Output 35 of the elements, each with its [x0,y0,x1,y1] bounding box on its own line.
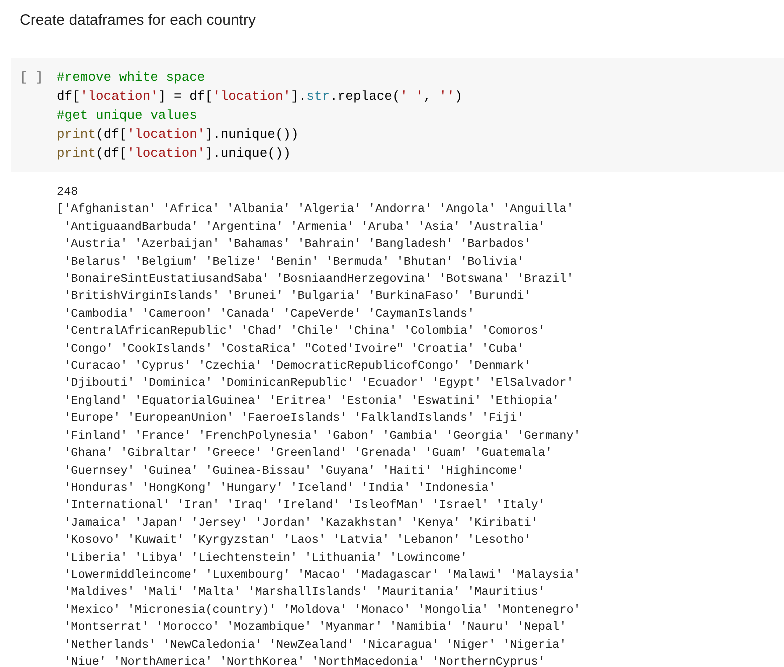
output-line: 'Liberia' 'Libya' 'Liechtenstein' 'Lithuania' 'Lowincome' [64,550,468,567]
output-line: 'Curacao' 'Cyprus' 'Czechia' 'DemocraticRepublicofCongo' 'Denmark' [64,358,532,376]
output-line: 'Kosovo' 'Kuwait' 'Kyrgyzstan' 'Laos' 'Latvia' 'Lebanon' 'Lesotho' [64,532,532,550]
output-line: 'Honduras' 'HongKong' 'Hungary' 'Iceland' 'India' 'Indonesia' [64,480,496,497]
output-line: 'International' 'Iran' 'Iraq' 'Ireland' 'IsleofMan' 'Israel' 'Italy' [64,497,546,514]
output-line: 'Austria' 'Azerbaijan' 'Bahamas' 'Bahrain' 'Bangladesh' 'Barbados' [64,236,532,254]
output-line: 'Lowermiddleincome' 'Luxembourg' 'Macao' 'Madagascar' 'Malawi' 'Malaysia' [64,566,581,584]
output-line: 'Maldives' 'Mali' 'Malta' 'MarshallIslands' 'Mauritania' 'Mauritius' [64,584,546,602]
code-line: #get unique values [57,107,198,125]
output-line: 'Cambodia' 'Cameroon' 'Canada' 'CapeVerde' 'CaymanIslands' [64,306,475,323]
output-line: 'Europe' 'EuropeanUnion' 'FaeroeIslands' 'FalklandIslands' 'Fiji' [64,410,524,428]
output-line: 'Niue' 'NorthAmerica' 'NorthKorea' 'NorthMacedonia' 'NorthernCyprus' [64,654,546,667]
output-line: 'Belarus' 'Belgium' 'Belize' 'Benin' 'Bermuda' 'Bhutan' 'Bolivia' [64,254,524,271]
output-line: 'Congo' 'CookIslands' 'CostaRica' "Coted'Ivoire" 'Croatia' 'Cuba' [64,340,524,358]
output-line: 'CentralAfricanRepublic' 'Chad' 'Chile' 'China' 'Colombia' 'Comoros' [64,323,546,340]
output-line: 'Jamaica' 'Japan' 'Jersey' 'Jordan' 'Kazakhstan' 'Kenya' 'Kiribati' [64,514,538,532]
output-line: 'Djibouti' 'Dominica' 'DominicanRepublic' 'Ecuador' 'Egypt' 'ElSalvador' [64,375,574,392]
output-line: 'AntiguaandBarbuda' 'Argentina' 'Armenia' 'Aruba' 'Asia' 'Australia' [64,218,546,236]
output-line: 248 [57,184,78,201]
output-line: 'Guernsey' 'Guinea' 'Guinea-Bissau' 'Guyana' 'Haiti' 'Highincome' [64,462,524,480]
code-line: print(df['location'].nunique()) [57,126,299,144]
output-line: 'BonaireSintEustatiusandSaba' 'BosniaandHerzegovina' 'Botswana' 'Brazil' [64,271,574,288]
run-cell-button[interactable]: [ ] [20,68,44,87]
output-line: ['Afghanistan' 'Africa' 'Albania' 'Algeria' 'Andorra' 'Angola' 'Anguilla' [57,201,574,218]
code-line: print(df['location'].unique()) [57,145,292,163]
code-line: #remove white space [57,69,206,87]
cell-heading: Create dataframes for each country [20,12,256,29]
output-line: 'BritishVirginIslands' 'Brunei' 'Bulgaria' 'BurkinaFaso' 'Burundi' [64,288,532,306]
output-line: 'Ghana' 'Gibraltar' 'Greece' 'Greenland' 'Grenada' 'Guam' 'Guatemala' [64,445,553,462]
output-line: 'Netherlands' 'NewCaledonia' 'NewZealand' 'Nicaragua' 'Niger' 'Nigeria' [64,636,567,654]
output-line: 'Mexico' 'Micronesia(country)' 'Moldova' 'Monaco' 'Mongolia' 'Montenegro' [64,602,581,619]
code-line: df['location'] = df['location'].str.replace(' ', '') [57,88,463,106]
output-line: 'England' 'EquatorialGuinea' 'Eritrea' 'Estonia' 'Eswatini' 'Ethiopia' [64,392,560,410]
output-line: 'Finland' 'France' 'FrenchPolynesia' 'Gabon' 'Gambia' 'Georgia' 'Germany' [64,428,581,445]
output-line: 'Montserrat' 'Morocco' 'Mozambique' 'Myanmar' 'Namibia' 'Nauru' 'Nepal' [64,619,567,636]
